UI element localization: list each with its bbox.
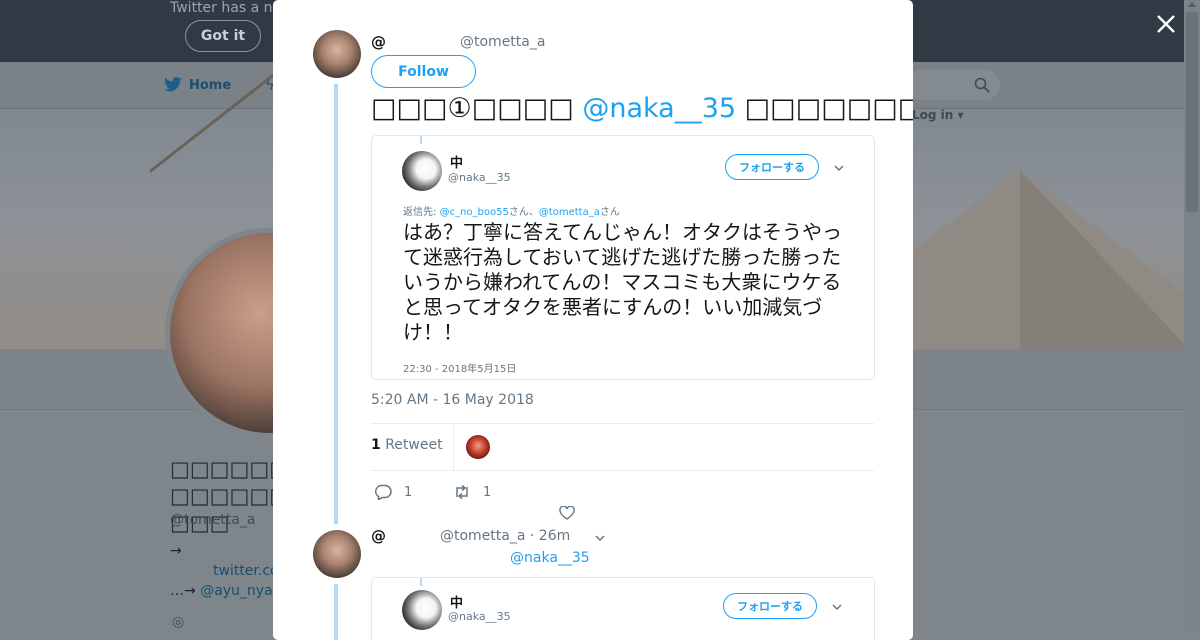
thread-line (334, 84, 338, 524)
embed-thread-line (420, 136, 422, 144)
embed-reply-to: 返信先: @c_no_boo55さん、@tometta_aさん (403, 203, 620, 218)
tweet-author-avatar[interactable] (313, 30, 361, 78)
embedded-tweet-image[interactable]: 中 @naka__35 フォローする 返信先: @c_no_boo55さん、@t… (371, 135, 875, 380)
bio-arrow: → (170, 543, 182, 559)
twitter-bird-icon (164, 77, 182, 92)
tweet-modal: @ @tometta_a Follow □□□①□□□□ @naka__35 □… (273, 0, 913, 640)
retweet-count: 1 (371, 437, 381, 453)
embed-reply-to-suffix: さん (599, 207, 620, 218)
retweet-action[interactable]: 1 (453, 484, 491, 500)
reply-handle-text[interactable]: @tometta_a (440, 528, 525, 544)
nav-home-link[interactable]: Home (163, 77, 231, 93)
reply-author-handle: @tometta_a · 26m (440, 528, 570, 544)
embed-reply-to-user1: @c_no_boo55 (439, 207, 509, 218)
tweet-text-prefix: □□□①□□□□ (371, 93, 583, 124)
tweet-text-suffix: □□□□□□□□□□□□□□□□□□□□□□□□□□□□□□□ (744, 93, 913, 124)
cookie-banner-text: Twitter has a n (170, 0, 273, 16)
retweet-stats[interactable]: 1 Retweet (371, 437, 443, 453)
reply-count: 1 (404, 484, 413, 500)
bio-mention-line: …→ @ayu_nya (170, 583, 273, 599)
tweet-mention-link[interactable]: @naka__35 (582, 93, 736, 124)
nav-home-label: Home (189, 77, 232, 93)
stats-separator (453, 424, 454, 470)
embed2-chevron-down-icon (832, 604, 842, 611)
embed-chevron-down-icon (834, 165, 844, 172)
divider (371, 423, 874, 424)
embed2-author-name: 中 (450, 596, 464, 611)
embed2-thread-line (420, 578, 422, 586)
reply-thread-line (334, 584, 338, 640)
tweet-author-name[interactable]: @ (371, 33, 386, 51)
retweet-action-count: 1 (483, 484, 492, 500)
bio-mention-link[interactable]: @ayu_nya (200, 583, 272, 599)
reply-chevron-down-icon[interactable] (595, 533, 605, 543)
bio-arrow-prefix: …→ (170, 583, 201, 599)
got-it-button[interactable]: Got it (185, 20, 261, 52)
replying-to-link[interactable]: @naka__35 (510, 550, 590, 566)
reply-time[interactable]: · 26m (525, 528, 570, 544)
divider (371, 470, 874, 471)
tweet-author-handle[interactable]: @tometta_a (460, 34, 545, 50)
reply-author-name[interactable]: @ (371, 527, 386, 545)
retweet-stats-label: Retweet (380, 437, 443, 453)
retweet-icon (456, 484, 468, 500)
embed-timestamp: 22:30 - 2018年5月15日 (403, 364, 517, 375)
search-icon[interactable] (974, 77, 990, 93)
embed-reply-to-user2: @tometta_a (538, 207, 600, 218)
embed2-follow-button: フォローする (723, 593, 817, 619)
bio-link[interactable]: twitter.co (213, 563, 279, 579)
tweet-timestamp[interactable]: 5:20 AM - 16 May 2018 (371, 392, 534, 408)
cover-pyramid-shade (1020, 170, 1190, 350)
reply-action[interactable]: 1 (374, 484, 412, 500)
scrollbar-thumb[interactable] (1186, 12, 1198, 212)
embed2-author-handle: @naka__35 (448, 610, 511, 623)
like-icon[interactable] (559, 506, 575, 520)
embed-reply-to-prefix: 返信先: (403, 207, 440, 218)
embed-reply-to-mid: さん、 (508, 207, 539, 218)
embed-author-avatar (402, 151, 442, 191)
retweeter-avatar[interactable] (466, 435, 490, 459)
embedded-tweet-image-2[interactable]: 中 @naka__35 フォローする (371, 577, 875, 640)
scroll-up-arrow-icon[interactable] (1188, 2, 1196, 7)
tweet-text: □□□①□□□□ @naka__35 □□□□□□□□□□□□□□□□□□□□□… (371, 92, 913, 126)
profile-handle: @tometta_a (170, 512, 256, 528)
embed-author-name: 中 (450, 156, 464, 171)
embed-author-handle: @naka__35 (448, 171, 511, 184)
login-link[interactable]: Log in ▾ (912, 108, 964, 122)
embed-follow-button: フォローする (725, 154, 819, 180)
close-icon[interactable] (1152, 10, 1180, 38)
embed2-author-avatar (402, 590, 442, 630)
location-icon: ◎ (172, 614, 185, 630)
reply-icon (375, 484, 392, 500)
embed-tweet-text: はあ？丁寧に答えてんじゃん！オタクはそうやって迷惑行為しておいて逃げた逃げた勝っ… (403, 220, 842, 344)
reply-author-avatar[interactable] (313, 530, 361, 578)
follow-button[interactable]: Follow (371, 55, 476, 88)
